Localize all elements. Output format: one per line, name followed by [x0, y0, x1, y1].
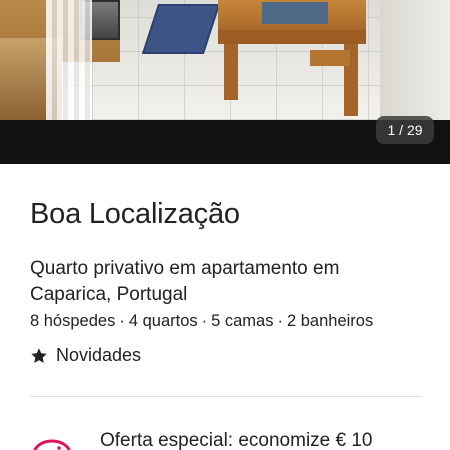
photo-wall	[380, 0, 450, 120]
photo-curtain	[46, 0, 92, 120]
rating-label: Novidades	[56, 345, 142, 365]
photo-bench	[310, 50, 350, 66]
detail-separator: ·	[119, 312, 125, 330]
photo-placemat	[262, 2, 328, 24]
listing-details-card: Boa Localização Quarto privativo em apar…	[0, 164, 450, 450]
listing-photo[interactable]	[0, 0, 450, 120]
guests-count: 8 hóspedes	[30, 312, 116, 330]
detail-separator: ·	[277, 312, 283, 330]
beds-count: 5 camas	[211, 312, 274, 330]
listing-capacity-details: 8 hóspedes · 4 quartos · 5 camas · 2 banheiros	[30, 312, 373, 331]
star-icon	[31, 347, 47, 363]
bedrooms-count: 4 quartos	[128, 312, 198, 330]
piggy-bank-icon	[33, 439, 71, 450]
section-divider	[30, 396, 422, 397]
listing-title: Boa Localização	[30, 198, 240, 230]
detail-separator: ·	[201, 312, 208, 330]
photo-counter-badge: 1 / 29	[376, 116, 434, 144]
rating-new-listing: Novidades	[30, 345, 141, 366]
photo-table-front	[218, 30, 366, 44]
special-offer-text[interactable]: Oferta especial: economize € 10	[100, 430, 373, 450]
bathrooms-count: 2 banheiros	[286, 312, 374, 330]
photo-table-leg	[224, 44, 238, 100]
room-type-location: Quarto privativo em apartamento em Capar…	[30, 258, 340, 305]
